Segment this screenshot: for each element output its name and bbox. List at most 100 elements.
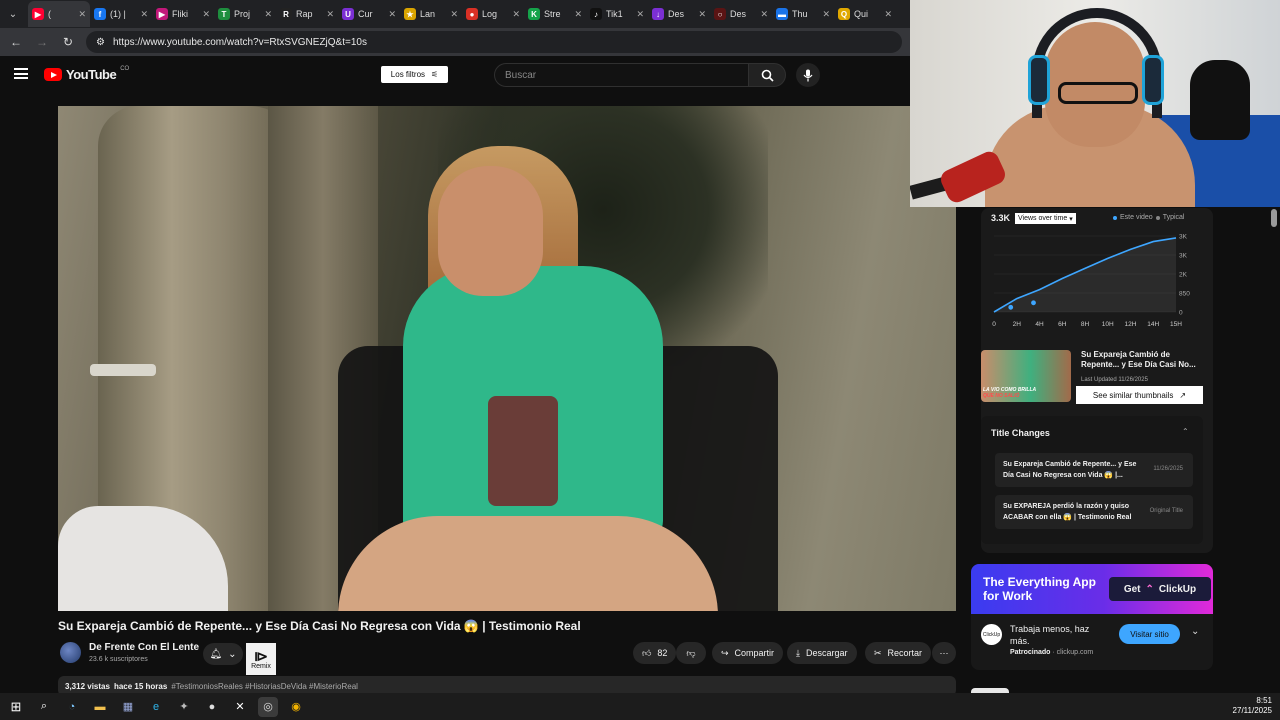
- visit-site-button[interactable]: Visitar sitio: [1119, 624, 1180, 644]
- tab-favicon-icon: Q: [838, 8, 850, 20]
- browser-tab[interactable]: ♪ Tik1 ✕: [586, 1, 648, 27]
- url-field[interactable]: ⚙ https://www.youtube.com/watch?v=RtxSVG…: [86, 31, 902, 53]
- browser-tab[interactable]: ↓ Des ✕: [648, 1, 710, 27]
- clickup-ad[interactable]: The Everything App for Work Get ⌃ ClickU…: [971, 564, 1213, 670]
- tab-favicon-icon: R: [280, 8, 292, 20]
- edge-icon[interactable]: e: [146, 697, 166, 717]
- share-icon: ↪: [721, 647, 729, 658]
- chart-x-tick-label: 12H: [1125, 321, 1137, 328]
- thumbnail-caption-line-2: QUE NO SALIÓ: [983, 393, 1020, 399]
- browser-tab[interactable]: ▶ (✕: [28, 1, 90, 27]
- tab-close-icon[interactable]: ✕: [202, 9, 210, 20]
- tab-label: Qui: [854, 9, 869, 19]
- tab-close-icon[interactable]: ✕: [388, 9, 396, 20]
- screen: ⌄ ▶ (✕ f (1) | ✕ ▶ Fliki ✕ T Proj ✕ R Rap ✕ U Cur ✕ ★ Lan ✕…: [0, 0, 1280, 720]
- ad-banner[interactable]: The Everything App for Work Get ⌃ ClickU…: [971, 564, 1213, 614]
- youtube-logo[interactable]: YouTube CO: [44, 66, 129, 82]
- webcam-headphone-cup-right: [1142, 55, 1164, 105]
- site-info-icon[interactable]: ⚙: [96, 37, 105, 48]
- browser-tab[interactable]: K Stre ✕: [524, 1, 586, 27]
- tab-close-icon[interactable]: ✕: [264, 9, 272, 20]
- browser-tab[interactable]: U Cur ✕: [338, 1, 400, 27]
- channel-name[interactable]: De Frente Con El Lente: [89, 642, 199, 653]
- tab-favicon-icon: ★: [404, 8, 416, 20]
- share-button[interactable]: ↪ Compartir: [712, 642, 784, 664]
- browser-tab[interactable]: ▬ Thu ✕: [772, 1, 834, 27]
- file-explorer-icon[interactable]: ▬: [90, 697, 110, 717]
- sliders-icon: ⚟: [431, 70, 439, 79]
- browser-tab[interactable]: ● Log ✕: [462, 1, 524, 27]
- tab-favicon-icon: ▬: [776, 8, 788, 20]
- search-icon[interactable]: ⌕: [34, 697, 54, 717]
- browser-tab[interactable]: ★ Lan ✕: [400, 1, 462, 27]
- tab-close-icon[interactable]: ✕: [140, 9, 148, 20]
- legend-dot-this-video: [1113, 215, 1117, 220]
- tab-close-icon[interactable]: ✕: [512, 9, 520, 20]
- tab-close-icon[interactable]: ✕: [326, 9, 334, 20]
- channel-avatar[interactable]: [60, 642, 81, 663]
- subscription-bell-button[interactable]: 🔔︎ ⌄: [203, 643, 243, 665]
- forward-icon[interactable]: →: [34, 35, 50, 49]
- tab-label: Log: [482, 9, 498, 19]
- tab-label: Tik1: [606, 9, 623, 19]
- video-woman-legs: [338, 516, 718, 611]
- browser-tab[interactable]: ▶ Fliki ✕: [152, 1, 214, 27]
- browser-tab[interactable]: f (1) | ✕: [90, 1, 152, 27]
- like-button[interactable]: 👍︎ 82: [633, 642, 677, 664]
- app-icon-2[interactable]: ●: [202, 697, 222, 717]
- ad-get-button[interactable]: Get ⌃ ClickUp: [1109, 577, 1211, 601]
- more-actions-button[interactable]: ⋯: [932, 642, 956, 664]
- tab-favicon-icon: ↓: [652, 8, 664, 20]
- chrome-icon[interactable]: ◉: [286, 697, 306, 717]
- tab-close-icon[interactable]: ✕: [574, 9, 582, 20]
- copilot-icon[interactable]: ◔: [62, 697, 82, 717]
- collapse-icon[interactable]: ⌃: [1182, 427, 1189, 436]
- ad-sponsored: Patrocinado · clickup.com: [1010, 649, 1093, 656]
- tab-close-icon[interactable]: ✕: [636, 9, 644, 20]
- tab-label: (1) |: [110, 9, 126, 19]
- similar-title: Su Expareja Cambió de Repente... y Ese D…: [1081, 350, 1196, 369]
- browser-tab[interactable]: Q Qui ✕: [834, 1, 896, 27]
- search-input[interactable]: Buscar: [494, 63, 748, 87]
- app-icon[interactable]: ✦: [174, 697, 194, 717]
- browser-tab[interactable]: R Rap ✕: [276, 1, 338, 27]
- video-player[interactable]: [58, 106, 956, 611]
- tab-close-icon[interactable]: ✕: [78, 9, 86, 20]
- reload-icon[interactable]: ↻: [60, 35, 76, 49]
- tab-strip: ⌄ ▶ (✕ f (1) | ✕ ▶ Fliki ✕ T Proj ✕ R Rap ✕ U Cur ✕ ★ Lan ✕…: [0, 0, 910, 28]
- scrollbar-thumb[interactable]: [1271, 209, 1277, 227]
- clock-time: 8:51: [1256, 696, 1272, 705]
- browser-tab[interactable]: T Proj ✕: [214, 1, 276, 27]
- tab-close-icon[interactable]: ✕: [450, 9, 458, 20]
- back-icon[interactable]: ←: [8, 35, 24, 49]
- chart-x-tick-label: 2H: [1013, 321, 1022, 328]
- remix-label: Remix: [251, 662, 271, 670]
- chart-legend: Este video Typical: [1113, 214, 1184, 221]
- store-icon[interactable]: ▦: [118, 697, 138, 717]
- clip-button[interactable]: ✂ Recortar: [865, 642, 932, 664]
- tab-close-icon[interactable]: ✕: [760, 9, 768, 20]
- chart-x-tick-label: 0: [992, 321, 996, 328]
- system-clock[interactable]: 8:51 27/11/2025: [1233, 696, 1272, 716]
- search-button[interactable]: [748, 63, 786, 87]
- tab-close-icon[interactable]: ✕: [884, 9, 892, 20]
- menu-icon[interactable]: [14, 68, 28, 79]
- chart-y-tick-label: 3K: [1179, 234, 1188, 241]
- tab-close-icon[interactable]: ✕: [698, 9, 706, 20]
- filters-button[interactable]: Los filtros ⚟: [381, 66, 448, 83]
- capcut-icon[interactable]: ✕: [230, 697, 250, 717]
- windows-start-icon[interactable]: ⊞: [6, 697, 26, 717]
- voice-search-button[interactable]: [796, 63, 820, 87]
- tab-search-icon[interactable]: ⌄: [4, 5, 22, 23]
- see-similar-thumbnails-button[interactable]: See similar thumbnails ↗: [1076, 386, 1203, 404]
- obs-icon[interactable]: ◎: [258, 696, 278, 717]
- views-metric-select[interactable]: Views over time ▾: [1015, 213, 1076, 224]
- expand-ad-icon[interactable]: ⌄: [1191, 626, 1199, 637]
- browser-tab[interactable]: ○ Des ✕: [710, 1, 772, 27]
- remix-button[interactable]: ⧐ Remix: [246, 643, 276, 675]
- similar-thumbnail-image[interactable]: LA VIO COMO BRILLA QUE NO SALIÓ: [981, 350, 1071, 402]
- dislike-button[interactable]: 👎︎: [676, 642, 706, 664]
- download-button[interactable]: ⤓ Descargar: [787, 642, 857, 664]
- tab-close-icon[interactable]: ✕: [822, 9, 830, 20]
- hashtags[interactable]: #TestimoniosReales #HistoriasDeVida #Mis…: [171, 682, 358, 691]
